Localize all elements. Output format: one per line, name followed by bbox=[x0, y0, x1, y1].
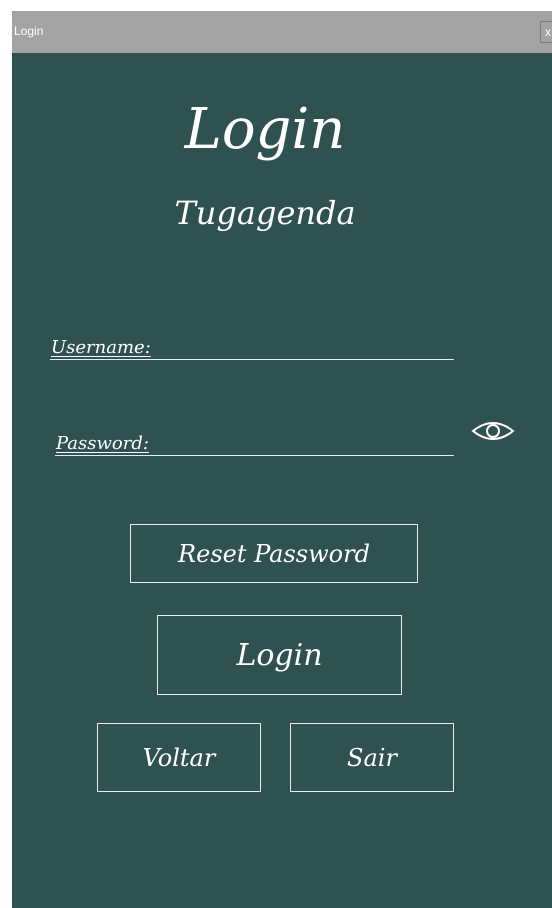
password-field: Password: bbox=[55, 421, 454, 456]
app-name: Tugagenda bbox=[174, 194, 356, 232]
username-input[interactable] bbox=[196, 331, 450, 357]
close-button[interactable]: x bbox=[540, 21, 552, 43]
title-bar: Login x bbox=[12, 11, 552, 53]
login-button[interactable]: Login bbox=[157, 615, 402, 695]
back-button[interactable]: Voltar bbox=[97, 723, 261, 792]
exit-button[interactable]: Sair bbox=[290, 723, 454, 792]
login-panel: Login Tugagenda Username: Password: Rese… bbox=[12, 53, 552, 908]
page-title: Login bbox=[184, 97, 346, 162]
username-field: Username: bbox=[50, 325, 454, 360]
window-title: Login bbox=[14, 24, 44, 38]
reset-password-button[interactable]: Reset Password bbox=[130, 524, 418, 583]
login-window: Login x Login Tugagenda Username: Passwo… bbox=[12, 11, 552, 908]
eye-icon[interactable] bbox=[470, 418, 516, 444]
username-label: Username: bbox=[51, 337, 151, 358]
password-input[interactable] bbox=[196, 427, 450, 453]
password-label: Password: bbox=[56, 433, 149, 454]
